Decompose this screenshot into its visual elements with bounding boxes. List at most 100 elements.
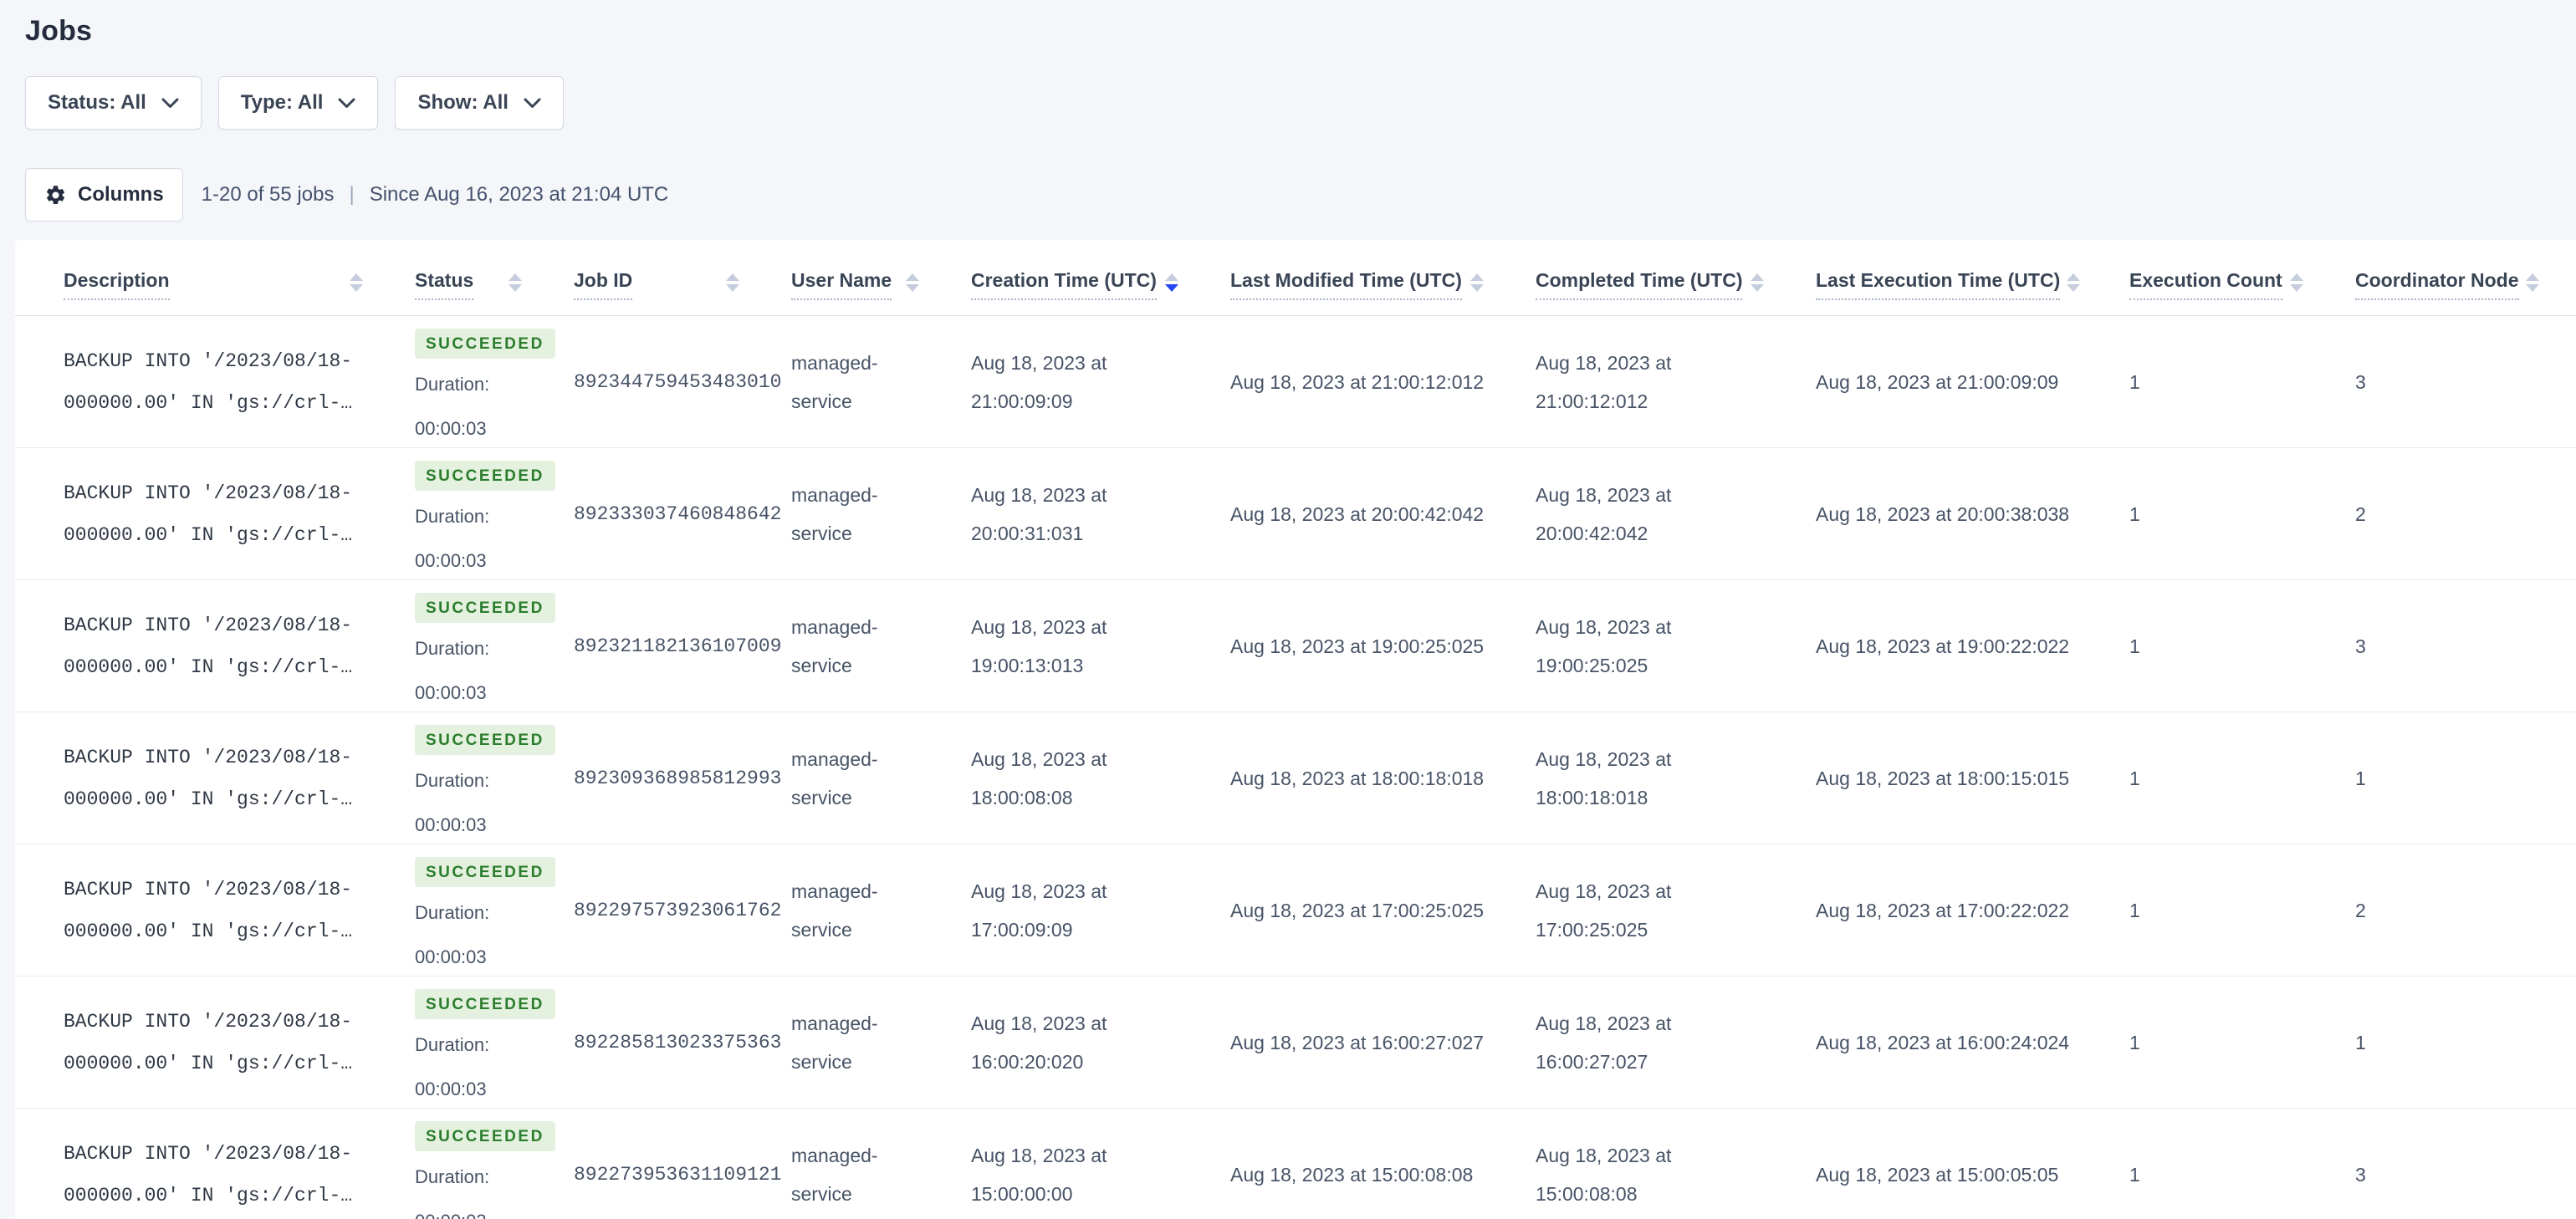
cell-last-modified-time: Aug 18, 2023 at 15:00:08:08 (1230, 1163, 1474, 1186)
cell-last-execution-time: Aug 18, 2023 at 21:00:09:09 (1816, 370, 2059, 393)
cell-execution-count: 1 (2129, 635, 2140, 657)
column-header-0[interactable]: Description (49, 240, 400, 315)
sort-desc-icon (2526, 284, 2539, 292)
cell-description: BACKUP INTO '/2023/08/18- 000000.00' IN … (49, 1133, 400, 1215)
job-description-link[interactable]: BACKUP INTO '/2023/08/18- 000000.00' IN … (64, 1143, 352, 1206)
cell-execution-count: 1 (2129, 1163, 2140, 1186)
sort-asc-icon (1470, 273, 1484, 281)
status-badge: SUCCEEDED (415, 1120, 555, 1151)
cell-creation-time: Aug 18, 2023 at 20:00:31:031 (971, 483, 1107, 544)
columns-button[interactable]: Columns (25, 168, 183, 222)
cell-execution-count: 1 (2129, 899, 2140, 921)
filter-dropdown-1[interactable]: Type: All (217, 76, 379, 130)
cell-last-modified-time: Aug 18, 2023 at 20:00:42:042 (1230, 502, 1485, 525)
sort-desc-icon (350, 284, 363, 292)
table-header-row: Description Status Job ID User Name Crea… (15, 240, 2576, 316)
cell-last-execution-time: Aug 18, 2023 at 16:00:24:024 (1816, 1031, 2070, 1053)
filter-dropdown-label: Show: All (417, 91, 509, 114)
sort-asc-icon (2526, 273, 2539, 281)
cell-last-modified-time: Aug 18, 2023 at 16:00:27:027 (1230, 1031, 1485, 1053)
cell-job-id: 892309368985812993 (574, 767, 782, 789)
jobs-table-card: Description Status Job ID User Name Crea… (15, 240, 2576, 1219)
status-badge: SUCCEEDED (415, 856, 555, 887)
sort-desc-icon (2290, 284, 2303, 292)
column-header-7[interactable]: Last Execution Time (UTC) (1801, 240, 2114, 315)
cell-coordinator-node: 2 (2355, 899, 2366, 921)
cell-user-name: managed-service (791, 483, 878, 544)
table-row: BACKUP INTO '/2023/08/18- 000000.00' IN … (15, 712, 2576, 844)
cell-execution-count: 1 (2129, 1031, 2140, 1053)
column-header-6[interactable]: Completed Time (UTC) (1521, 240, 1801, 315)
column-header-8[interactable]: Execution Count (2114, 240, 2340, 315)
cell-description: BACKUP INTO '/2023/08/18- 000000.00' IN … (49, 604, 400, 686)
sort-desc-icon (726, 284, 739, 292)
job-description-link[interactable]: BACKUP INTO '/2023/08/18- 000000.00' IN … (64, 1011, 352, 1074)
job-description-link[interactable]: BACKUP INTO '/2023/08/18- 000000.00' IN … (64, 747, 352, 809)
job-description-link[interactable]: BACKUP INTO '/2023/08/18- 000000.00' IN … (64, 350, 352, 413)
results-count: 1-20 of 55 jobs (201, 183, 335, 206)
cell-description: BACKUP INTO '/2023/08/18- 000000.00' IN … (49, 340, 400, 422)
sort-desc-icon (906, 284, 919, 292)
cell-status: SUCCEEDED Duration: 00:00:03 (400, 323, 559, 441)
cell-completed-time: Aug 18, 2023 at 17:00:25:025 (1536, 880, 1672, 941)
job-description-link[interactable]: BACKUP INTO '/2023/08/18- 000000.00' IN … (64, 482, 352, 545)
column-header-5[interactable]: Last Modified Time (UTC) (1215, 240, 1521, 315)
sort-asc-icon (509, 273, 522, 281)
filter-dropdown-0[interactable]: Status: All (25, 76, 202, 130)
cell-last-execution-time: Aug 18, 2023 at 18:00:15:015 (1816, 767, 2070, 789)
cell-user-name: managed-service (791, 1012, 878, 1073)
sort-icons (2290, 273, 2303, 292)
cell-creation-time: Aug 18, 2023 at 17:00:09:09 (971, 880, 1107, 941)
cell-creation-time: Aug 18, 2023 at 16:00:20:020 (971, 1012, 1107, 1073)
cell-status: SUCCEEDED Duration: 00:00:03 (400, 851, 559, 969)
column-header-9[interactable]: Coordinator Node (2340, 240, 2576, 315)
cell-completed-time: Aug 18, 2023 at 16:00:27:027 (1536, 1012, 1672, 1073)
column-header-4[interactable]: Creation Time (UTC) (956, 240, 1215, 315)
chevron-down-icon (524, 98, 541, 109)
table-row: BACKUP INTO '/2023/08/18- 000000.00' IN … (15, 316, 2576, 448)
chevron-down-icon (161, 98, 179, 109)
chevron-down-icon (338, 98, 355, 109)
sort-icons (350, 273, 363, 292)
cell-user-name: managed-service (791, 351, 878, 412)
cell-user-name: managed-service (791, 1144, 878, 1205)
cell-last-execution-time: Aug 18, 2023 at 15:00:05:05 (1816, 1163, 2059, 1186)
cell-status: SUCCEEDED Duration: 00:00:03 (400, 1115, 559, 1219)
gear-icon (44, 184, 67, 207)
column-header-2[interactable]: Job ID (559, 240, 776, 315)
cell-user-name: managed-service (791, 747, 878, 808)
cell-coordinator-node: 3 (2355, 635, 2366, 657)
sort-desc-icon (1751, 284, 1764, 292)
column-header-label: Status (415, 269, 474, 300)
column-header-1[interactable]: Status (400, 240, 559, 315)
table-body: BACKUP INTO '/2023/08/18- 000000.00' IN … (15, 316, 2576, 1219)
cell-last-execution-time: Aug 18, 2023 at 19:00:22:022 (1816, 635, 2070, 657)
cell-description: BACKUP INTO '/2023/08/18- 000000.00' IN … (49, 1001, 400, 1083)
column-header-label: Completed Time (UTC) (1536, 269, 1743, 300)
cell-status: SUCCEEDED Duration: 00:00:03 (400, 983, 559, 1101)
duration-value: 00:00:03 (415, 417, 487, 439)
column-header-3[interactable]: User Name (776, 240, 956, 315)
column-header-label: Execution Count (2129, 269, 2282, 300)
duration-label: Duration: (415, 1033, 490, 1055)
cell-coordinator-node: 3 (2355, 1163, 2366, 1186)
cell-last-execution-time: Aug 18, 2023 at 20:00:38:038 (1816, 502, 2070, 525)
sort-desc-icon (1165, 284, 1178, 292)
sort-asc-icon (2067, 273, 2081, 281)
cell-status: SUCCEEDED Duration: 00:00:03 (400, 455, 559, 573)
sort-icons (1751, 273, 1764, 292)
cell-coordinator-node: 3 (2355, 370, 2366, 393)
cell-user-name: managed-service (791, 880, 878, 941)
job-description-link[interactable]: BACKUP INTO '/2023/08/18- 000000.00' IN … (64, 615, 352, 677)
column-header-label: Last Modified Time (UTC) (1230, 269, 1462, 300)
job-description-link[interactable]: BACKUP INTO '/2023/08/18- 000000.00' IN … (64, 879, 352, 941)
filter-dropdown-2[interactable]: Show: All (395, 76, 564, 130)
cell-completed-time: Aug 18, 2023 at 18:00:18:018 (1536, 747, 1672, 808)
status-badge: SUCCEEDED (415, 460, 555, 491)
table-row: BACKUP INTO '/2023/08/18- 000000.00' IN … (15, 448, 2576, 580)
sort-icons (509, 273, 522, 292)
duration-value: 00:00:03 (415, 1078, 487, 1099)
duration-label: Duration: (415, 637, 490, 659)
columns-button-label: Columns (78, 183, 164, 206)
filter-dropdown-label: Type: All (240, 91, 324, 114)
